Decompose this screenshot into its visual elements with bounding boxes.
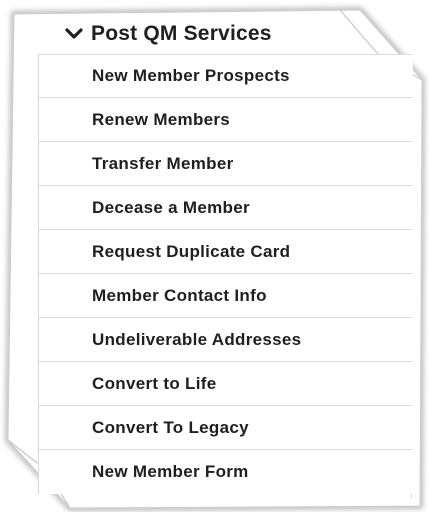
menu-item-new-member-prospects[interactable]: New Member Prospects [39, 54, 413, 98]
menu-item-label: Undeliverable Addresses [92, 329, 302, 349]
section-title: Post QM Services [91, 22, 272, 45]
menu-item-member-contact-info[interactable]: Member Contact Info [39, 274, 413, 318]
menu-item-new-member-form[interactable]: New Member Form [39, 450, 413, 494]
menu-item-label: Renew Members [92, 109, 231, 129]
menu-item-label: Decease a Member [92, 197, 250, 217]
menu-item-label: Request Duplicate Card [92, 241, 291, 261]
menu-item-convert-to-legacy[interactable]: Convert To Legacy [39, 406, 413, 450]
screenshot-stage: Post QM Services New Member Prospects Re… [0, 0, 429, 512]
menu-item-convert-to-life[interactable]: Convert to Life [39, 362, 413, 406]
menu-item-label: New Member Form [92, 462, 249, 481]
menu-item-renew-members[interactable]: Renew Members [39, 98, 413, 142]
menu-item-label: Convert To Legacy [92, 417, 249, 437]
section-header-post-qm-services[interactable]: Post QM Services [38, 14, 378, 54]
menu-item-label: Convert to Life [92, 373, 217, 393]
menu-item-label: Transfer Member [92, 153, 234, 173]
menu-item-request-duplicate-card[interactable]: Request Duplicate Card [39, 230, 413, 274]
menu-item-label: Member Contact Info [92, 285, 267, 305]
menu-item-transfer-member[interactable]: Transfer Member [39, 142, 413, 186]
chevron-down-icon [65, 28, 83, 39]
menu-item-undeliverable-addresses[interactable]: Undeliverable Addresses [39, 318, 413, 362]
menu-item-decease-a-member[interactable]: Decease a Member [39, 186, 413, 230]
menu-item-label: New Member Prospects [92, 66, 290, 85]
submenu-list: New Member Prospects Renew Members Trans… [38, 54, 413, 494]
